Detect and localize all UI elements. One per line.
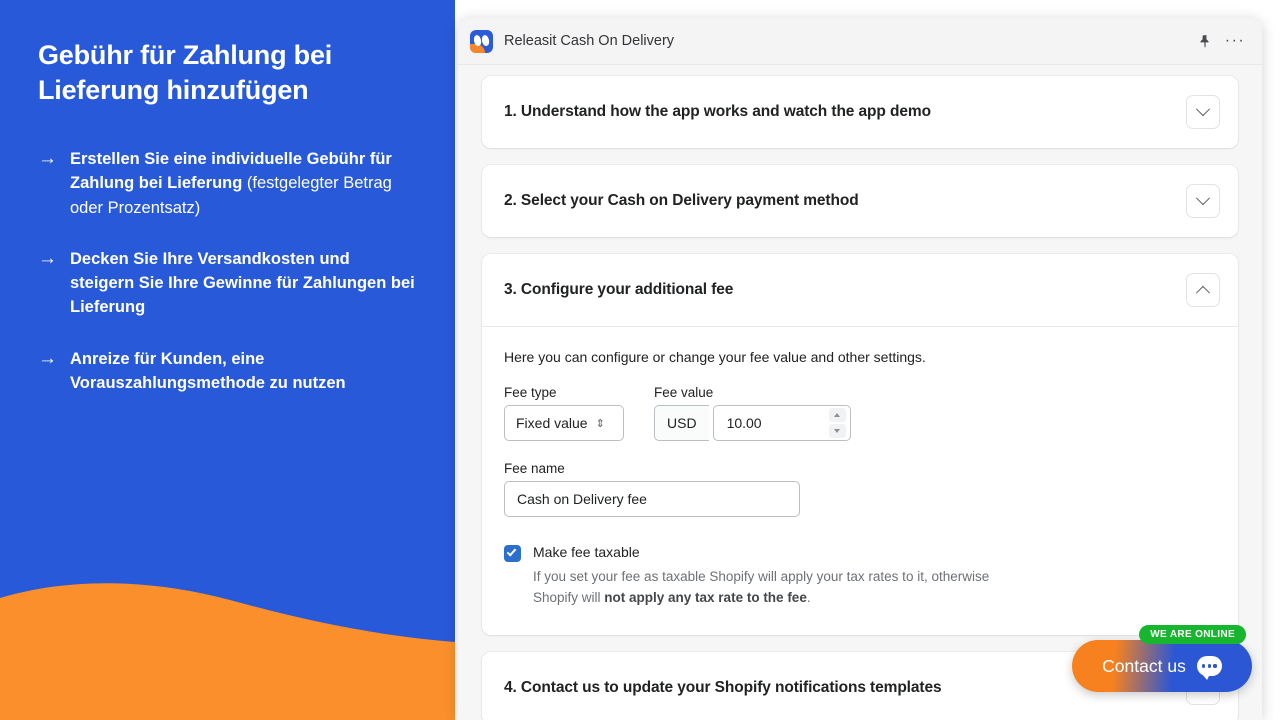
fee-fields-row: Fee type Fixed value ⇕ Fee value USD 10.… bbox=[504, 385, 1216, 441]
promo-bullet-bold: Anreize für Kunden, eine Vorauszahlungsm… bbox=[70, 349, 346, 392]
arrow-right-icon: → bbox=[38, 347, 57, 369]
triangle-down-icon bbox=[834, 429, 841, 433]
arrow-right-icon: → bbox=[38, 148, 57, 170]
app-title: Releasit Cash On Delivery bbox=[504, 33, 675, 49]
chat-widget[interactable]: WE ARE ONLINE Contact us bbox=[1072, 625, 1252, 692]
pin-glyph bbox=[1200, 34, 1209, 48]
releasit-app-icon bbox=[470, 29, 493, 53]
fee-type-label: Fee type bbox=[504, 385, 557, 400]
accordion-title-1: 1. Understand how the app works and watc… bbox=[504, 103, 931, 120]
promo-content: Gebühr für Zahlung bei Lieferung hinzufü… bbox=[0, 0, 455, 395]
accordion-title-2: 2. Select your Cash on Delivery payment … bbox=[504, 192, 859, 209]
fee-value-input[interactable]: 10.00 bbox=[712, 405, 851, 441]
check-icon bbox=[506, 546, 517, 557]
fee-name-value: Cash on Delivery fee bbox=[517, 491, 647, 507]
chat-bubble-icon bbox=[1196, 656, 1222, 680]
fee-configuration-body: Here you can configure or change your fe… bbox=[482, 326, 1238, 635]
fee-intro-text: Here you can configure or change your fe… bbox=[504, 349, 926, 365]
page-title: Gebühr für Zahlung bei Lieferung hinzufü… bbox=[38, 40, 333, 105]
accordion-header-3[interactable]: 3. Configure your additional fee bbox=[482, 254, 1238, 326]
window-titlebar: Releasit Cash On Delivery ··· bbox=[458, 18, 1262, 65]
accordion-title-4: 4. Contact us to update your Shopify not… bbox=[504, 678, 942, 696]
promo-bullet-list: → Erstellen Sie eine individuelle Gebühr… bbox=[38, 147, 419, 395]
fee-name-input[interactable]: Cash on Delivery fee bbox=[504, 481, 800, 517]
list-item: → Anreize für Kunden, eine Vorauszahlung… bbox=[38, 347, 419, 396]
fee-type-value: Fixed value bbox=[516, 415, 588, 431]
quantity-stepper[interactable] bbox=[828, 408, 846, 438]
accordion-section-2: 2. Select your Cash on Delivery payment … bbox=[482, 165, 1238, 237]
bubble-dot bbox=[1207, 664, 1211, 668]
app-window: Releasit Cash On Delivery ··· 1. Underst… bbox=[458, 18, 1262, 720]
fee-value-group: Fee value USD 10.00 bbox=[654, 385, 851, 441]
chevron-glyph bbox=[1195, 102, 1211, 117]
fee-value-label: Fee value bbox=[654, 385, 714, 400]
taxable-checkbox-row: Make fee taxable If you set your fee as … bbox=[504, 544, 1216, 609]
chevron-down-icon-1[interactable] bbox=[1186, 95, 1220, 129]
stepper-up-button[interactable] bbox=[828, 408, 846, 422]
arrow-right-icon: → bbox=[38, 247, 57, 269]
fee-name-label: Fee name bbox=[504, 461, 565, 476]
help-bold: not apply any tax rate to the fee bbox=[604, 589, 807, 605]
orange-wave-decoration bbox=[0, 583, 455, 720]
status-badge: WE ARE ONLINE bbox=[1139, 625, 1246, 644]
promo-bullet-text: Erstellen Sie eine individuelle Gebühr f… bbox=[70, 147, 415, 220]
fee-type-group: Fee type Fixed value ⇕ bbox=[504, 385, 624, 441]
window-content: 1. Understand how the app works and watc… bbox=[458, 65, 1262, 720]
promo-bullet-text: Decken Sie Ihre Versandkosten und steige… bbox=[70, 247, 415, 320]
accordion-section-3: 3. Configure your additional fee Here yo… bbox=[482, 254, 1238, 635]
chevron-glyph bbox=[1195, 285, 1211, 300]
app-icon-shape-left bbox=[472, 33, 483, 47]
taxable-label: Make fee taxable bbox=[533, 544, 640, 560]
bubble-dot bbox=[1213, 664, 1217, 668]
accordion-header-2[interactable]: 2. Select your Cash on Delivery payment … bbox=[482, 165, 1238, 237]
pin-icon[interactable] bbox=[1192, 28, 1218, 54]
promo-bullet-bold: Decken Sie Ihre Versandkosten und steige… bbox=[70, 249, 415, 317]
chevron-up-icon-3[interactable] bbox=[1186, 273, 1220, 307]
taxable-text-block: Make fee taxable If you set your fee as … bbox=[533, 544, 993, 609]
accordion-header-1[interactable]: 1. Understand how the app works and watc… bbox=[482, 76, 1238, 148]
fee-value-text: 10.00 bbox=[726, 415, 762, 431]
app-icon-shape-right bbox=[480, 33, 491, 47]
accordion-section-1: 1. Understand how the app works and watc… bbox=[482, 76, 1238, 148]
bubble-dot bbox=[1202, 664, 1206, 668]
accordion-title-3: 3. Configure your additional fee bbox=[504, 281, 734, 298]
triangle-up-icon bbox=[834, 413, 841, 417]
chevron-down-icon-2[interactable] bbox=[1186, 184, 1220, 218]
list-item: → Decken Sie Ihre Versandkosten und stei… bbox=[38, 247, 419, 320]
make-fee-taxable-checkbox[interactable] bbox=[504, 545, 521, 562]
contact-us-label: Contact us bbox=[1102, 655, 1186, 676]
promo-bullet-text: Anreize für Kunden, eine Vorauszahlungsm… bbox=[70, 347, 415, 396]
select-updown-icon: ⇕ bbox=[595, 417, 605, 430]
more-options-icon[interactable]: ··· bbox=[1222, 28, 1248, 54]
list-item: → Erstellen Sie eine individuelle Gebühr… bbox=[38, 147, 419, 220]
fee-type-select[interactable]: Fixed value ⇕ bbox=[504, 405, 624, 441]
stepper-down-button[interactable] bbox=[828, 424, 846, 438]
promo-panel: Gebühr für Zahlung bei Lieferung hinzufü… bbox=[0, 0, 455, 720]
chevron-glyph bbox=[1195, 191, 1211, 206]
taxable-help-text: If you set your fee as taxable Shopify w… bbox=[533, 567, 993, 609]
help-end: . bbox=[806, 589, 811, 605]
fee-value-wrap: USD 10.00 bbox=[654, 405, 851, 441]
fee-name-group: Fee name Cash on Delivery fee bbox=[504, 461, 1216, 517]
contact-us-button[interactable]: Contact us bbox=[1072, 640, 1252, 692]
currency-prefix: USD bbox=[654, 405, 709, 441]
